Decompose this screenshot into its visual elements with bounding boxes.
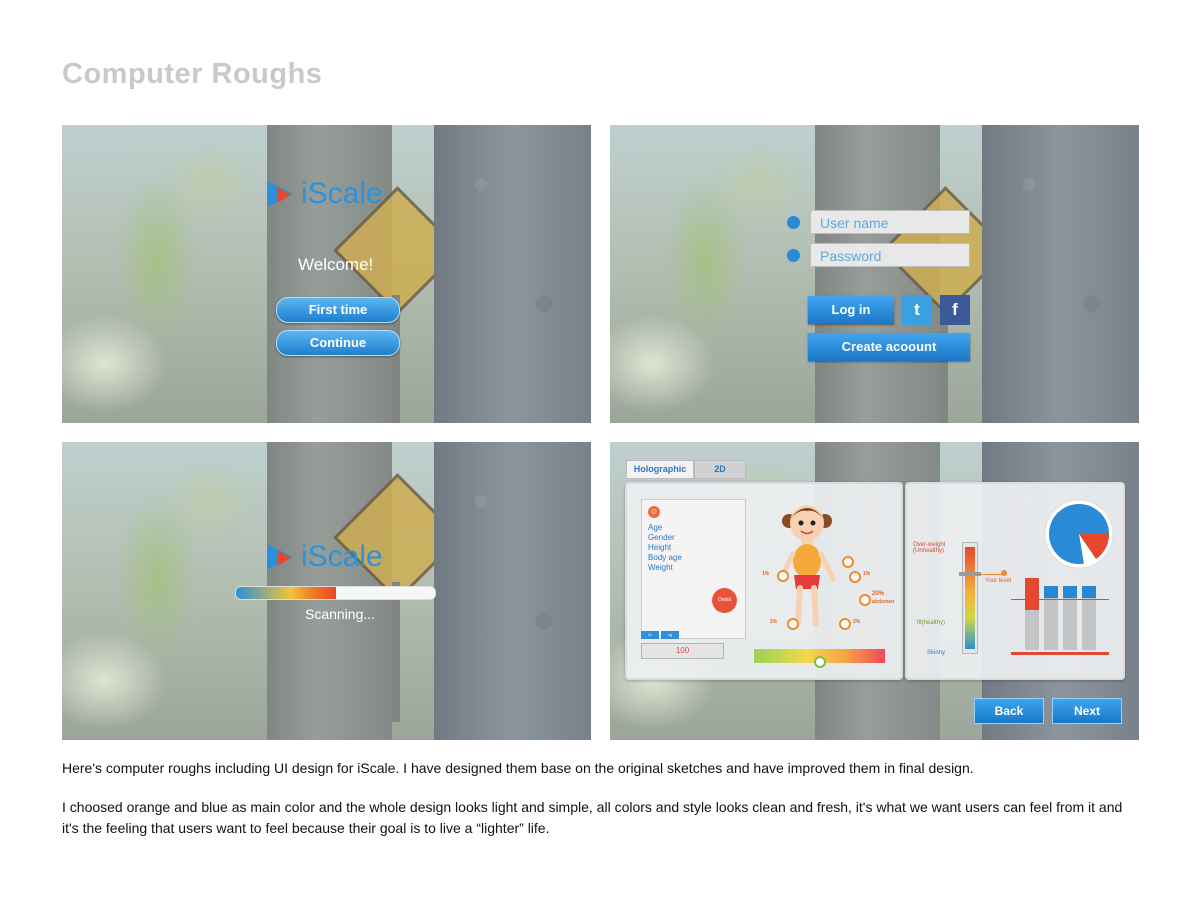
scanning-text: Scanning... bbox=[305, 606, 376, 622]
user-icon bbox=[787, 216, 800, 229]
back-button[interactable]: Back bbox=[974, 698, 1044, 724]
marker-ring bbox=[859, 594, 871, 606]
tab-2d[interactable]: 2D bbox=[694, 460, 746, 479]
weight-ruler[interactable]: 100 bbox=[641, 643, 724, 659]
gradient-marker bbox=[814, 656, 826, 668]
username-field[interactable]: User name bbox=[810, 210, 970, 234]
your-level-label: Your level bbox=[985, 578, 1012, 584]
login-button[interactable]: Log in bbox=[808, 296, 894, 324]
lock-icon bbox=[787, 249, 800, 262]
detail-button[interactable]: Detail bbox=[712, 588, 737, 613]
twitter-icon: t bbox=[914, 300, 920, 319]
marker-label: 1% bbox=[762, 571, 770, 577]
profile-field: Height bbox=[648, 543, 672, 552]
caption-design: I choosed orange and blue as main color … bbox=[62, 799, 1123, 836]
scan-progress-bar bbox=[235, 586, 436, 600]
create-account-button[interactable]: Create acoount bbox=[808, 333, 970, 361]
unit-kg[interactable]: kg bbox=[661, 631, 679, 639]
scanning-screen: iScale Scanning... bbox=[62, 442, 591, 740]
page-title: Computer Roughs bbox=[62, 58, 323, 90]
login-screen: User name Password Log in t f Create aco… bbox=[610, 125, 1139, 423]
comparison-bar bbox=[1025, 578, 1039, 650]
marker-label: 2% bbox=[853, 619, 861, 625]
iscale-logo: iScale bbox=[267, 540, 383, 574]
marker-ring bbox=[842, 556, 854, 568]
welcome-screen: iScale Welcome! First time Continue bbox=[62, 125, 591, 423]
progress-fill bbox=[236, 587, 336, 599]
logo-icon bbox=[267, 544, 299, 570]
logo-icon bbox=[267, 181, 299, 207]
continue-button[interactable]: Continue bbox=[276, 330, 400, 356]
comparison-bar bbox=[1044, 586, 1058, 650]
overweight-label: Over-weight (Unhealthy) bbox=[913, 542, 946, 554]
marker-ring bbox=[777, 570, 789, 582]
comparison-bars bbox=[1025, 570, 1105, 650]
marker-label: 20% bbox=[872, 591, 885, 597]
profile-field: Gender bbox=[648, 533, 675, 542]
ruler-value: 100 bbox=[675, 646, 690, 655]
marker-label: 2% bbox=[770, 619, 778, 625]
weight-level-bar bbox=[962, 542, 978, 654]
scale-card: Over-weight (Unhealthy) Your level fit(h… bbox=[905, 482, 1125, 680]
marker-ring bbox=[839, 618, 851, 630]
profile-fields: Age Gender Height Body age Weight bbox=[648, 523, 682, 573]
smile-icon: ☺ bbox=[648, 506, 660, 518]
marker-ring bbox=[849, 571, 861, 583]
iscale-logo: iScale bbox=[267, 177, 383, 211]
marker-label: abdomen bbox=[872, 599, 895, 605]
level-dot bbox=[1001, 570, 1007, 576]
unit-lb[interactable]: lb bbox=[641, 631, 659, 639]
next-button[interactable]: Next bbox=[1052, 698, 1122, 724]
pie-chart bbox=[1044, 499, 1114, 569]
comparison-bar bbox=[1063, 586, 1077, 650]
profile-box: ☺ Age Gender Height Body age Weight Deta… bbox=[641, 499, 746, 639]
welcome-text: Welcome! bbox=[298, 255, 374, 274]
skinny-label: Skinny bbox=[927, 650, 946, 656]
marker-label: 1% bbox=[863, 571, 871, 577]
profile-field: Body age bbox=[648, 553, 682, 562]
profile-field: Age bbox=[648, 523, 663, 532]
comparison-bar bbox=[1082, 586, 1096, 650]
tab-holographic[interactable]: Holographic bbox=[626, 460, 694, 479]
level-slider[interactable] bbox=[959, 572, 981, 576]
child-figure-image bbox=[778, 505, 836, 627]
twitter-button[interactable]: t bbox=[902, 295, 932, 325]
healthy-label: fit(healthy) bbox=[917, 620, 946, 626]
facebook-icon: f bbox=[952, 300, 958, 319]
body-card: ☺ Age Gender Height Body age Weight Deta… bbox=[625, 482, 903, 680]
facebook-button[interactable]: f bbox=[940, 295, 970, 325]
profile-field: Weight bbox=[648, 563, 673, 572]
first-time-button[interactable]: First time bbox=[276, 297, 400, 323]
dashboard-screen: Holographic 2D ☺ Age Gender Height Body … bbox=[610, 442, 1139, 740]
password-field[interactable]: Password bbox=[810, 243, 970, 267]
caption-intro: Here's computer roughs including UI desi… bbox=[62, 760, 974, 776]
marker-ring bbox=[787, 618, 799, 630]
logo-text: iScale bbox=[301, 177, 383, 210]
logo-text: iScale bbox=[301, 540, 383, 573]
